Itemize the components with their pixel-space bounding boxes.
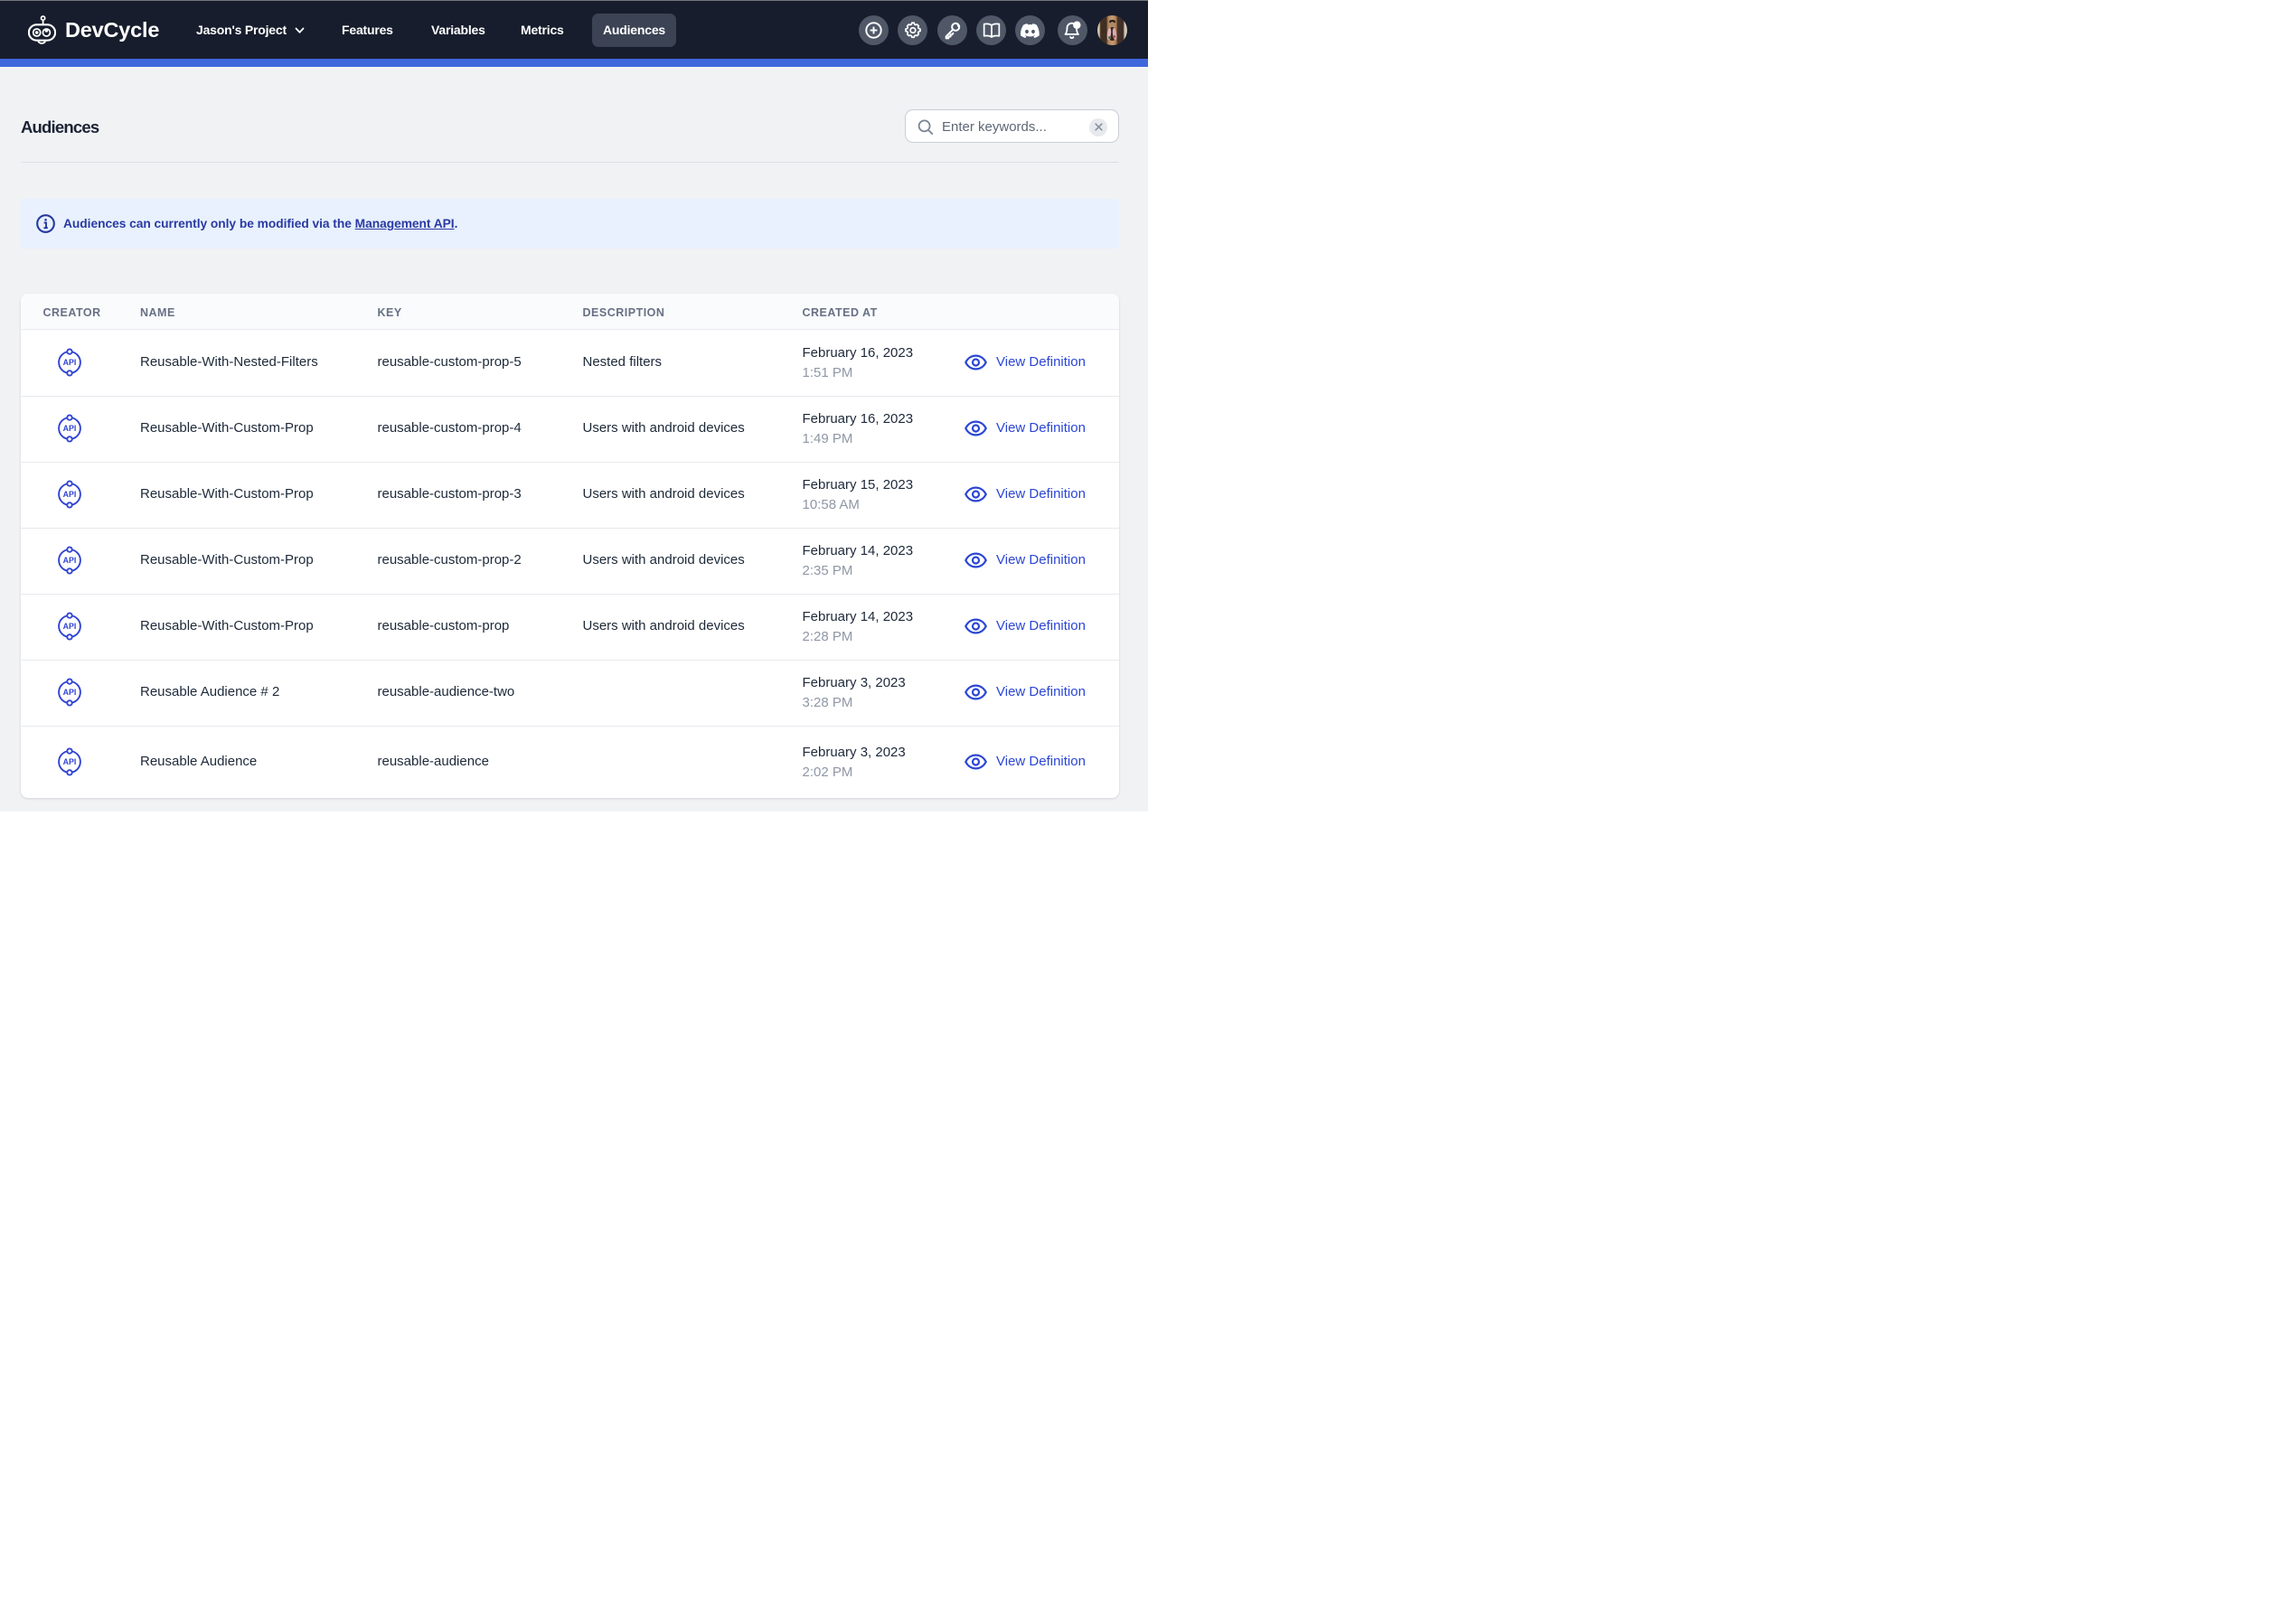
svg-text:API: API: [63, 622, 77, 631]
svg-text:API: API: [63, 688, 77, 697]
svg-text:API: API: [63, 556, 77, 565]
svg-text:API: API: [63, 757, 77, 766]
svg-text:API: API: [63, 358, 77, 367]
svg-text:API: API: [63, 490, 77, 499]
svg-text:API: API: [63, 424, 77, 433]
